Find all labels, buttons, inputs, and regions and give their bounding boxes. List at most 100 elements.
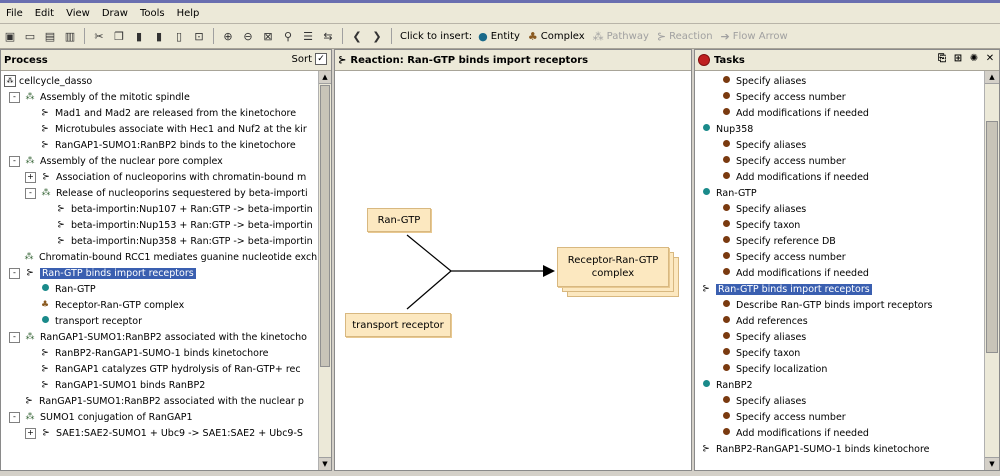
task-item[interactable]: Specify taxon	[695, 345, 985, 361]
tree-item[interactable]: Ran-GTP	[1, 281, 319, 297]
clone-icon[interactable]: ▮	[150, 27, 168, 45]
tree-item[interactable]: ♣ Receptor-Ran-GTP complex	[1, 297, 319, 313]
tree-item[interactable]: + ⊱ SAE1:SAE2-SUMO1 + Ubc9 -> SAE1:SAE2 + …	[1, 425, 319, 441]
task-item[interactable]: Add references	[695, 313, 985, 329]
tree-item[interactable]: - ⁂ SUMO1 conjugation of RanGAP1	[1, 409, 319, 425]
back-icon[interactable]: ❮	[348, 27, 366, 45]
tree-item[interactable]: - ⁂ Assembly of the nuclear pore complex	[1, 153, 319, 169]
scroll-thumb[interactable]	[320, 85, 330, 367]
task-item[interactable]: Specify taxon	[695, 217, 985, 233]
save-all-icon[interactable]: ▥	[61, 27, 79, 45]
tree-item[interactable]: + ⊱ Association of nucleoporins with chrom…	[1, 169, 319, 185]
close-icon[interactable]: ✕	[983, 53, 997, 67]
collapse-icon[interactable]: -	[9, 411, 20, 423]
scroll-up-icon[interactable]: ▲	[319, 71, 331, 84]
task-item[interactable]: Specify aliases	[695, 201, 985, 217]
settings-icon[interactable]: ✺	[967, 53, 981, 67]
task-item[interactable]: Specify aliases	[695, 329, 985, 345]
insert-flow-arrow-button[interactable]: ➔ Flow Arrow	[721, 30, 788, 43]
collapse-icon[interactable]: -	[25, 187, 36, 199]
task-item[interactable]: Specify access number	[695, 249, 985, 265]
zoom-in-icon[interactable]: ⊕	[219, 27, 237, 45]
scroll-down-icon[interactable]: ▼	[319, 457, 331, 470]
save-icon[interactable]: ▤	[41, 27, 59, 45]
insert-reaction-button[interactable]: ⊱ Reaction	[657, 30, 713, 43]
scroll-up-icon[interactable]: ▲	[985, 71, 999, 84]
zoom-out-icon[interactable]: ⊖	[239, 27, 257, 45]
entity-node-ran-gtp[interactable]: Ran-GTP	[367, 208, 431, 232]
input-edge-2[interactable]	[406, 270, 452, 310]
tree-item[interactable]: - ⊱ Ran-GTP binds import receptors	[1, 265, 319, 281]
delete-icon[interactable]: ▯	[170, 27, 188, 45]
task-item[interactable]: Specify aliases	[695, 73, 985, 89]
tree-item[interactable]: transport receptor	[1, 313, 319, 329]
collapse-icon[interactable]: -	[9, 91, 20, 103]
tree-item[interactable]: - ⁂ Release of nucleoporins sequestered by…	[1, 185, 319, 201]
tree-item[interactable]: ⁂ Chromatin-bound RCC1 mediates guanine n…	[1, 249, 319, 265]
align-icon[interactable]: ☰	[299, 27, 317, 45]
task-item[interactable]: Add modifications if needed	[695, 425, 985, 441]
swap-icon[interactable]: ⇆	[319, 27, 337, 45]
tree-item[interactable]: - ⁂ Assembly of the mitotic spindle	[1, 89, 319, 105]
tree-item[interactable]: ⊱ RanGAP1 catalyzes GTP hydrolysis of Ran…	[1, 361, 319, 377]
task-item[interactable]: Specify aliases	[695, 393, 985, 409]
tree-item[interactable]: ⊱ beta-importin:Nup358 + Ran:GTP -> beta-…	[1, 233, 319, 249]
task-item[interactable]: Specify reference DB	[695, 233, 985, 249]
sort-checkbox[interactable]: ✓	[315, 53, 327, 65]
tasks-scrollbar[interactable]: ▲ ▼	[984, 71, 999, 470]
task-item[interactable]: Specify aliases	[695, 137, 985, 153]
menu-file[interactable]: File	[0, 8, 29, 19]
tree-item[interactable]: ⊱ Mad1 and Mad2 are released from the kin…	[1, 105, 319, 121]
scroll-thumb[interactable]	[986, 121, 998, 353]
tree-root[interactable]: ⁂ cellcycle_dasso	[1, 73, 319, 89]
tree-item[interactable]: - ⁂ RanGAP1-SUMO1:RanBP2 associated with t…	[1, 329, 319, 345]
entity-node-transport-receptor[interactable]: transport receptor	[345, 313, 451, 337]
reaction-diagram-canvas[interactable]: Ran-GTP transport receptor Receptor-Ran-…	[335, 71, 691, 470]
insert-complex-button[interactable]: ♣ Complex	[528, 30, 585, 43]
task-item[interactable]: Specify localization	[695, 361, 985, 377]
copy-icon[interactable]: ❐	[110, 27, 128, 45]
tree-item[interactable]: ⊱ RanGAP1-SUMO1:RanBP2 associated with th…	[1, 393, 319, 409]
zoom-fit-icon[interactable]: ⊠	[259, 27, 277, 45]
menu-view[interactable]: View	[60, 8, 96, 19]
task-group[interactable]: Nup358	[695, 121, 985, 137]
new-project-icon[interactable]: ▣	[1, 27, 19, 45]
refresh-icon[interactable]: ⎘	[935, 53, 949, 67]
complex-node-receptor-ran-gtp[interactable]: Receptor-Ran-GTP complex	[557, 247, 681, 297]
expand-icon[interactable]: +	[25, 427, 36, 439]
insert-entity-button[interactable]: ● Entity	[478, 30, 520, 43]
collapse-icon[interactable]: -	[9, 267, 20, 279]
collapse-icon[interactable]: -	[9, 155, 20, 167]
task-group[interactable]: Ran-GTP	[695, 185, 985, 201]
task-item[interactable]: Add modifications if needed	[695, 265, 985, 281]
tree-item[interactable]: ⊱ RanGAP1-SUMO1:RanBP2 binds to the kinet…	[1, 137, 319, 153]
cut-icon[interactable]: ✂	[90, 27, 108, 45]
input-edge-1[interactable]	[406, 234, 452, 272]
task-item[interactable]: Specify access number	[695, 89, 985, 105]
search-icon[interactable]: ⚲	[279, 27, 297, 45]
filter-icon[interactable]: ⊞	[951, 53, 965, 67]
task-group[interactable]: RanBP2	[695, 377, 985, 393]
task-item[interactable]: Describe Ran-GTP binds import receptors	[695, 297, 985, 313]
task-item[interactable]: Specify access number	[695, 153, 985, 169]
task-item[interactable]: Add modifications if needed	[695, 169, 985, 185]
layout-icon[interactable]: ⊡	[190, 27, 208, 45]
task-item[interactable]: Specify access number	[695, 409, 985, 425]
tree-item[interactable]: ⊱ RanGAP1-SUMO1 binds RanBP2	[1, 377, 319, 393]
menu-edit[interactable]: Edit	[29, 8, 60, 19]
collapse-icon[interactable]: -	[9, 331, 20, 343]
insert-pathway-button[interactable]: ⁂ Pathway	[593, 30, 649, 43]
tree-item[interactable]: ⊱ Microtubules associate with Hec1 and Nu…	[1, 121, 319, 137]
menu-tools[interactable]: Tools	[134, 8, 171, 19]
tree-item[interactable]: ⊱ beta-importin:Nup153 + Ran:GTP -> beta-…	[1, 217, 319, 233]
process-scrollbar[interactable]: ▲ ▼	[318, 71, 331, 470]
tree-item[interactable]: ⊱ RanBP2-RanGAP1-SUMO-1 binds kinetochore	[1, 345, 319, 361]
menu-draw[interactable]: Draw	[96, 8, 134, 19]
paste-icon[interactable]: ▮	[130, 27, 148, 45]
task-item[interactable]: Add modifications if needed	[695, 105, 985, 121]
menu-help[interactable]: Help	[171, 8, 206, 19]
forward-icon[interactable]: ❯	[368, 27, 386, 45]
task-group[interactable]: ⊱ RanBP2-RanGAP1-SUMO-1 binds kinetochore	[695, 441, 985, 457]
tree-item[interactable]: ⊱ beta-importin:Nup107 + Ran:GTP -> beta-…	[1, 201, 319, 217]
scroll-down-icon[interactable]: ▼	[985, 457, 999, 470]
